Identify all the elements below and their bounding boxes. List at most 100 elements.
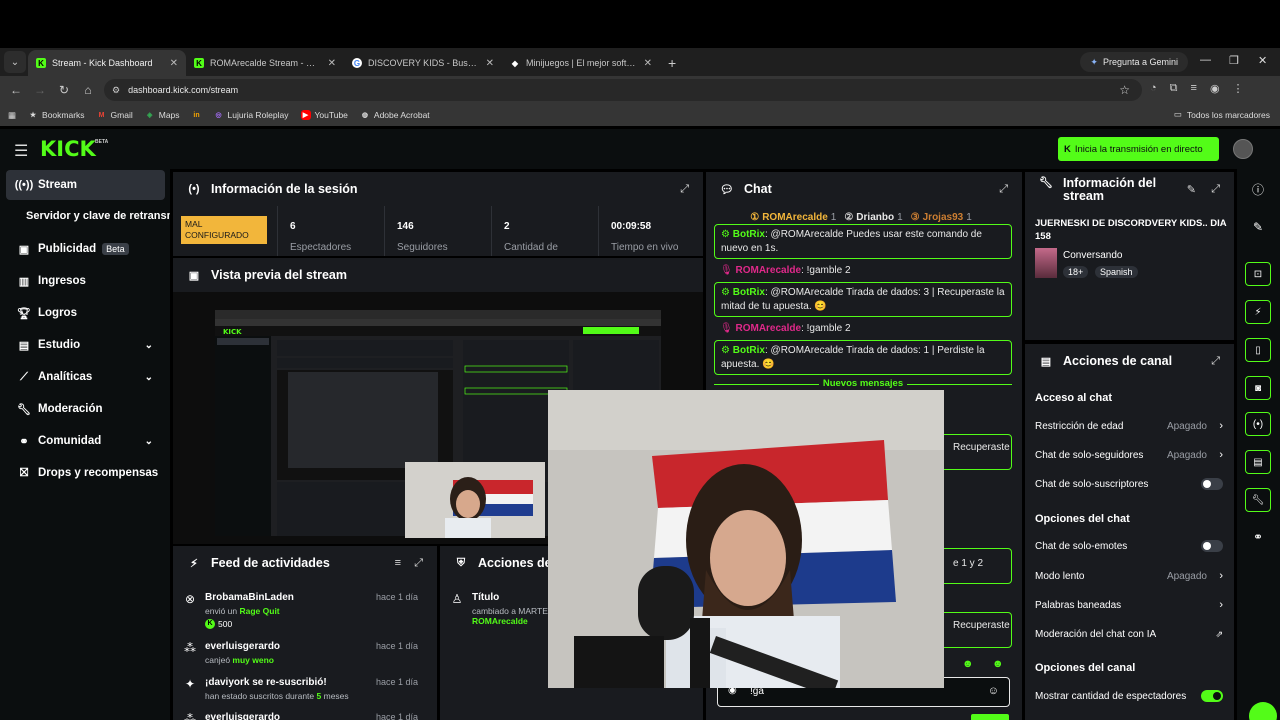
edit-pencil-icon[interactable]: ✎ <box>1187 183 1196 196</box>
expand-icon[interactable]: ⤢ <box>1211 355 1220 368</box>
media-icon[interactable]: ≡ <box>1191 82 1197 95</box>
menu-dots-icon[interactable]: ⋮ <box>1233 82 1244 95</box>
chat-text: Recuperaste <box>953 442 1010 453</box>
emote-icon[interactable]: ☻ <box>962 658 974 670</box>
close-icon[interactable]: ✕ <box>644 58 652 69</box>
svg-text:KICK: KICK <box>223 328 242 336</box>
bookmark-item[interactable]: ◈ Maps <box>145 110 180 120</box>
bookmark-item[interactable]: ★ Bookmarks <box>28 110 85 120</box>
bookmark-item[interactable]: ◍ Adobe Acrobat <box>360 110 430 120</box>
toggle-switch[interactable] <box>1201 478 1223 490</box>
actions-icon[interactable]: ▤ <box>1245 450 1271 474</box>
tab-discovery-search[interactable]: G DISCOVERY KIDS - Buscar con G ✕ <box>344 50 502 76</box>
chat-username[interactable]: BotRix <box>733 229 765 240</box>
tab-kick-dashboard[interactable]: K Stream - Kick Dashboard ✕ <box>28 50 186 76</box>
setting-slow-mode[interactable]: Modo lento Apagado › <box>1035 566 1223 586</box>
user-edit-icon: ♙ <box>451 592 463 606</box>
info-icon[interactable]: ⓘ <box>1245 177 1271 201</box>
close-icon[interactable]: ✕ <box>170 58 178 69</box>
apps-grid-icon[interactable]: ▦ <box>8 110 16 121</box>
extension-icon[interactable]: ◔ <box>1150 82 1157 95</box>
send-button[interactable] <box>971 714 1009 720</box>
site-info-icon[interactable]: ⚙ <box>112 85 120 96</box>
sidebar-item-drops[interactable]: ⛝ Drops y recompensas <box>6 458 165 488</box>
setting-followers-only[interactable]: Chat de solo-seguidores Apagado › <box>1035 445 1223 465</box>
home-icon[interactable]: ⌂ <box>76 83 100 97</box>
kick-logo[interactable]: KICK <box>40 137 96 161</box>
smiley-icon[interactable]: ☺ <box>988 685 999 697</box>
hamburger-menu-icon[interactable]: ☰ <box>14 141 28 161</box>
document-icon[interactable]: ▯ <box>1245 338 1271 362</box>
window-close-icon[interactable]: ✕ <box>1258 54 1267 67</box>
setting-banned-words[interactable]: Palabras baneadas › <box>1035 595 1223 615</box>
emote-icon[interactable]: ☻ <box>992 658 1004 670</box>
new-tab-icon[interactable]: + <box>668 55 676 71</box>
chat-message[interactable]: ⚙ BotRix: @ROMArecalde Puedes usar este … <box>714 224 1012 259</box>
go-live-button[interactable]: K Inicia la transmisión en directo <box>1058 137 1219 161</box>
wrench-icon[interactable]: 🔧︎ <box>1245 488 1271 512</box>
sidebar-item-publicidad[interactable]: ▣ Publicidad Beta <box>6 234 165 264</box>
chat-message[interactable]: ⚙ BotRix: @ROMArecalde Tirada de dados: … <box>714 282 1012 317</box>
expand-icon[interactable]: ⤢ <box>999 183 1008 196</box>
bookmark-item[interactable]: ◎ Lujuria Roleplay <box>214 110 288 120</box>
chat-message[interactable]: ⚙ BotRix: @ROMArecalde Tirada de dados: … <box>714 340 1012 375</box>
forward-icon[interactable]: → <box>28 83 52 97</box>
close-icon[interactable]: ✕ <box>486 58 494 69</box>
gemini-button[interactable]: ✦ Pregunta a Gemini <box>1080 52 1188 72</box>
kick-coin-icon: K <box>205 619 215 629</box>
chat-message[interactable]: 🎙︎ ROMArecalde: !gamble 2 <box>714 319 1012 337</box>
sidebar-item-analiticas[interactable]: ⟋ Analíticas ⌄ <box>6 362 165 392</box>
sidebar-item-estudio[interactable]: ▤ Estudio ⌄ <box>6 330 165 360</box>
address-bar[interactable]: ⚙ dashboard.kick.com/stream ☆ <box>104 79 1142 101</box>
top-chatter[interactable]: ① ROMArecalde 1 <box>750 212 836 223</box>
close-icon[interactable]: ✕ <box>328 58 336 69</box>
profile-icon[interactable]: ◉ <box>1210 82 1220 95</box>
setting-age-restriction[interactable]: Restricción de edad Apagado › <box>1035 416 1223 436</box>
broadcast-icon[interactable]: (•) <box>1245 412 1271 436</box>
bookmark-item[interactable]: M Gmail <box>97 110 133 120</box>
all-bookmarks[interactable]: ▭ Todos los marcadores <box>1174 109 1270 120</box>
sidebar-item-moderacion[interactable]: 🔧︎ Moderación <box>6 394 165 424</box>
bookmark-star-icon[interactable]: ☆ <box>1119 83 1130 97</box>
help-button[interactable] <box>1249 702 1277 720</box>
sidebar-item-ingresos[interactable]: ▥ Ingresos <box>6 266 165 296</box>
edit-pencil-icon[interactable]: ✎ <box>1245 215 1271 239</box>
chat-username[interactable]: BotRix <box>733 287 765 298</box>
capture-icon[interactable]: ⊡ <box>1245 262 1271 286</box>
chat-username[interactable]: ROMArecalde <box>735 323 801 334</box>
minimize-icon[interactable]: — <box>1200 54 1211 66</box>
expand-icon[interactable]: ⤢ <box>680 183 689 196</box>
reload-icon[interactable]: ↻ <box>52 83 76 97</box>
expand-icon[interactable]: ⤢ <box>414 557 423 570</box>
chat-username[interactable]: BotRix <box>733 345 765 356</box>
sidebar-item-server-key[interactable]: Servidor y clave de retransmisión <box>26 210 170 222</box>
chat-icon[interactable]: ◙ <box>1245 376 1271 400</box>
maximize-icon[interactable]: ❐ <box>1229 54 1239 67</box>
sidebar-item-comunidad[interactable]: ⚭ Comunidad ⌄ <box>6 426 165 456</box>
puzzle-icon[interactable]: ⧉ <box>1170 82 1178 95</box>
toggle-switch[interactable] <box>1201 540 1223 552</box>
lightning-icon[interactable]: ⚡︎ <box>1245 300 1271 324</box>
tab-search-icon[interactable]: ⌄ <box>4 51 26 73</box>
top-chatter[interactable]: ② Drianbo 1 <box>844 212 902 223</box>
avatar[interactable] <box>1233 139 1253 159</box>
community-icon[interactable]: ⚭ <box>1245 525 1271 549</box>
bookmark-item[interactable]: ▶ YouTube <box>300 110 348 120</box>
category-thumbnail[interactable] <box>1035 248 1057 278</box>
back-icon[interactable]: ← <box>4 83 28 97</box>
youtube-icon: ▶ <box>300 110 311 120</box>
tab-romarecalde-stream[interactable]: K ROMArecalde Stream - Watch L ✕ <box>186 50 344 76</box>
sidebar-item-logros[interactable]: 🏆︎ Logros <box>6 298 165 328</box>
webcam-overlay[interactable] <box>548 390 944 688</box>
tab-minijuegos[interactable]: ◆ Minijuegos | El mejor software ✕ <box>502 50 660 76</box>
chat-username[interactable]: ROMArecalde <box>735 265 801 276</box>
sidebar-item-stream[interactable]: ((•)) Stream <box>6 170 165 200</box>
toggle-switch[interactable] <box>1201 690 1223 702</box>
bookmark-item[interactable]: in <box>192 110 202 120</box>
category-name[interactable]: Conversando <box>1063 250 1122 261</box>
expand-icon[interactable]: ⤢ <box>1211 183 1220 196</box>
filter-icon[interactable]: ≡ <box>395 557 401 569</box>
setting-ai-moderation[interactable]: Moderación del chat con IA ⇗ <box>1035 624 1223 644</box>
top-chatter[interactable]: ③ Jrojas93 1 <box>911 212 972 223</box>
chat-message[interactable]: 🎙︎ ROMArecalde: !gamble 2 <box>714 261 1012 279</box>
